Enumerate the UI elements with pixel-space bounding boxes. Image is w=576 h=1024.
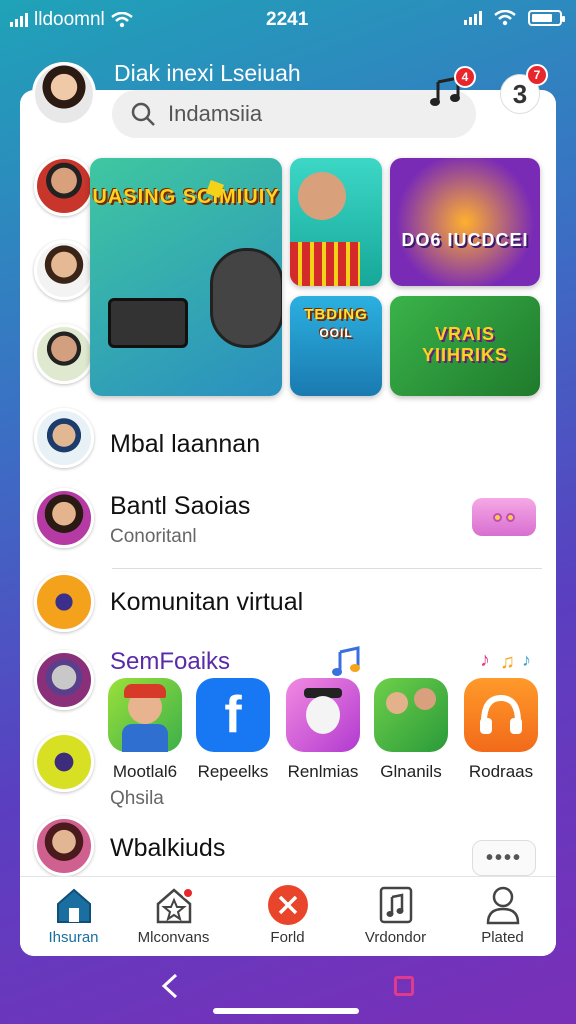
tile-caption: TBDING [304, 306, 368, 323]
people-app-icon [386, 692, 408, 714]
tile-caption: UASING SCIMIUIY [92, 186, 280, 208]
wifi-icon [110, 12, 133, 28]
tab-favorites[interactable]: Mlconvans [120, 885, 227, 946]
tab-label: Ihsuran [48, 929, 99, 946]
tab-vendor[interactable]: Vrdondor [342, 885, 449, 946]
app-label: Glnanils [380, 762, 442, 781]
music-file-icon [379, 886, 412, 924]
tab-label: Plated [481, 929, 524, 946]
tile-person[interactable] [290, 158, 382, 286]
community-icon[interactable] [34, 572, 94, 632]
tile-caption-2: OOIL [319, 326, 353, 340]
music-badge: 4 [454, 66, 476, 88]
page-title: Diak inexi Lseiuah [114, 60, 301, 86]
battery-icon [528, 10, 565, 26]
facebook-icon: f [224, 686, 242, 744]
app-icon-rodraas[interactable] [464, 678, 538, 752]
tab-home[interactable]: Ihsuran [20, 885, 127, 946]
tile-caption: VRAIS YIIHRIKS [421, 324, 508, 365]
status-bar: lldoomnl 2241 [0, 0, 576, 40]
tab-label: Mlconvans [137, 929, 210, 946]
app-icon-renlmias[interactable] [286, 678, 360, 752]
headphones-icon [480, 694, 522, 734]
tab-bar: Ihsuran Mlconvans Forld Vrdondor Plated [20, 876, 556, 956]
row-subtitle: Conoritanl [110, 526, 197, 547]
tab-label: Vrdondor [364, 929, 427, 946]
device-graphic [210, 248, 282, 348]
svg-text:♪: ♪ [480, 649, 490, 671]
section-title: SemFoaiks [110, 648, 231, 675]
main-card: Indamsiia UASING SCIMIUIY DO6 IUCDCEI TB… [20, 90, 556, 956]
person-icon [486, 886, 519, 925]
tile-caption: DO6 IUCDCEI [401, 230, 529, 250]
app-label: Renlmias [287, 762, 359, 781]
toggle-button[interactable] [472, 498, 536, 536]
music-notes-icon [332, 646, 360, 676]
app-label: Mootlal6 [112, 762, 178, 781]
person-graphic [298, 172, 346, 220]
app-label: Rodraas [468, 762, 534, 781]
tile-wide[interactable]: VRAIS YIIHRIKS [390, 296, 540, 396]
tab-profile[interactable]: Plated [449, 885, 556, 946]
system-nav [0, 960, 576, 1024]
tile-game[interactable]: DO6 IUCDCEI [390, 158, 540, 286]
svg-text:♪: ♪ [522, 650, 531, 670]
tab-action[interactable]: Forld [234, 885, 341, 946]
profile-avatar[interactable] [32, 62, 96, 126]
status-left: lldoomnl [10, 9, 133, 31]
recents-icon[interactable] [394, 976, 414, 996]
row-title[interactable]: Komunitan virtual [110, 588, 303, 617]
signal-icon [10, 13, 28, 27]
more-button[interactable]: •••• [472, 840, 536, 876]
status-time: 2241 [266, 9, 309, 30]
row-title[interactable]: Wbalkiuds [110, 834, 225, 863]
shirt-graphic [290, 242, 360, 286]
music-notes-icon: ♪ ♫ ♪ [480, 649, 531, 672]
search-bar[interactable]: Indamsiia [112, 90, 476, 138]
featured-tile[interactable]: UASING SCIMIUIY [90, 158, 282, 396]
music-button[interactable]: 4 [428, 66, 476, 118]
app-label: Repeelks [197, 762, 269, 781]
back-icon[interactable] [158, 972, 182, 1000]
tile-small[interactable]: TBDING OOIL [290, 296, 382, 396]
wifi-icon [494, 10, 516, 26]
close-circle-icon [267, 885, 308, 925]
search-input[interactable]: Indamsiia [168, 101, 262, 127]
home-indicator[interactable] [213, 1008, 359, 1014]
avatar[interactable] [34, 488, 94, 548]
home-icon [56, 888, 91, 923]
tab-label: Forld [270, 929, 305, 946]
signal-icon [464, 11, 482, 25]
status-right [464, 10, 565, 26]
avatar[interactable] [34, 324, 94, 384]
avatar[interactable] [34, 156, 94, 216]
avatar[interactable] [34, 650, 94, 710]
search-icon [131, 102, 155, 126]
avatar[interactable] [34, 408, 94, 468]
row-title[interactable]: Mbal laannan [110, 430, 260, 459]
row-title[interactable]: Bantl Saoias [110, 492, 250, 521]
avatar[interactable] [34, 816, 94, 876]
notification-dot [182, 887, 194, 899]
app-icon-mootlal6[interactable] [108, 678, 182, 752]
section-subtitle: Qhsila [110, 788, 164, 809]
app-avatar[interactable] [34, 732, 94, 792]
controller-graphic [108, 298, 188, 348]
app-icon-repeelks[interactable]: f [196, 678, 270, 752]
counter-button[interactable]: 3 7 [500, 64, 548, 118]
mascot-app-icon [306, 696, 340, 734]
divider [112, 568, 542, 569]
app-icon-glnanils[interactable] [374, 678, 448, 752]
avatar[interactable] [34, 240, 94, 300]
carrier-label: lldoomnl [34, 9, 105, 30]
svg-text:♫: ♫ [500, 651, 515, 672]
counter-badge: 7 [526, 64, 548, 86]
